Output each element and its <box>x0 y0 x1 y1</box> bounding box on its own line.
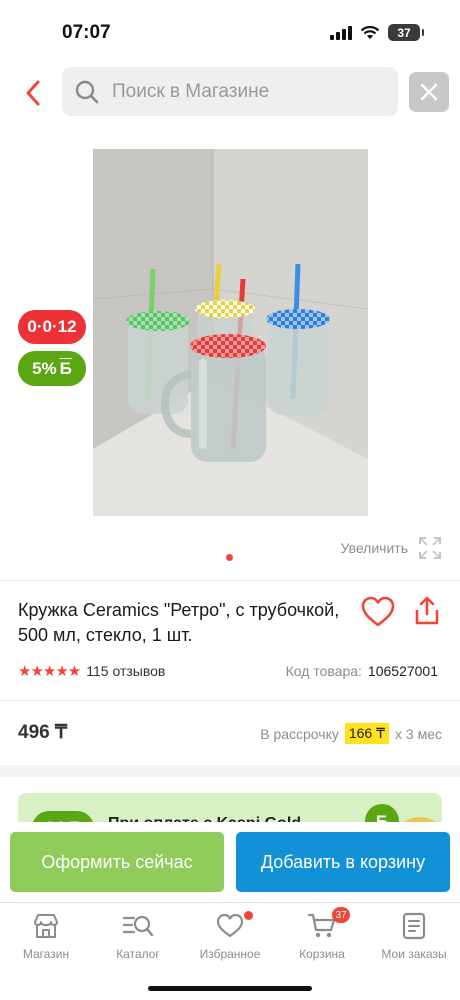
close-icon <box>420 83 438 101</box>
clear-search-button[interactable] <box>409 72 449 112</box>
installment-prefix: В рассрочку <box>260 725 339 742</box>
cellular-signal-icon <box>330 25 352 40</box>
tab-orders[interactable]: Мои заказы <box>368 911 460 961</box>
tab-cart-label: Корзина <box>299 947 345 961</box>
bonus-percent: 5% <box>32 358 57 378</box>
tab-catalog-label: Каталог <box>116 947 160 961</box>
home-indicator <box>148 986 312 991</box>
divider <box>0 580 460 581</box>
section-separator <box>0 765 460 777</box>
tab-orders-label: Мои заказы <box>381 947 447 961</box>
tab-favorites[interactable]: Избранное <box>184 911 276 961</box>
search-bar[interactable] <box>62 67 398 116</box>
tab-shop[interactable]: Магазин <box>0 911 92 961</box>
favorites-notification-dot <box>244 911 253 920</box>
zoom-button[interactable]: Увеличить <box>340 536 442 560</box>
add-to-cart-button[interactable]: Добавить в корзину <box>236 832 450 892</box>
rating-row[interactable]: ★★★★★ 115 отзывов <box>18 662 165 680</box>
shop-icon <box>34 914 58 938</box>
status-bar: 07:07 37 <box>0 0 460 62</box>
buy-now-button[interactable]: Оформить сейчас <box>10 832 224 892</box>
orders-icon <box>402 912 426 940</box>
product-code: Код товара: 106527001 <box>286 663 438 679</box>
expand-icon <box>419 537 441 559</box>
bonus-badge: 5% Б <box>18 351 86 386</box>
installment-amount: 166 ₸ <box>344 723 390 744</box>
rating-stars: ★★★★★ <box>18 663 81 680</box>
tab-favorites-label: Избранное <box>199 947 261 961</box>
product-price: 496 ₸ <box>18 722 68 743</box>
action-bar: Оформить сейчас Добавить в корзину <box>0 822 460 902</box>
product-code-value: 106527001 <box>367 663 438 679</box>
installment-suffix: x 3 мес <box>395 725 442 742</box>
catalog-icon <box>122 915 154 937</box>
divider <box>0 700 460 701</box>
status-time: 07:07 <box>62 22 111 43</box>
product-image[interactable] <box>93 149 368 516</box>
carousel-indicator <box>226 554 233 561</box>
heart-icon <box>216 913 244 938</box>
product-code-label: Код товара: <box>285 663 362 679</box>
battery-indicator: 37 <box>388 24 424 41</box>
share-icon[interactable] <box>413 595 441 627</box>
installment-info: В рассрочку 166 ₸ x 3 мес <box>260 723 442 744</box>
back-arrow-icon[interactable] <box>20 78 48 108</box>
heart-icon[interactable] <box>361 596 395 628</box>
product-photo-drawing <box>93 149 368 516</box>
status-icons: 37 <box>330 24 424 41</box>
cart-count-badge: 37 <box>332 907 350 923</box>
search-input[interactable] <box>112 80 372 103</box>
bonus-symbol: Б <box>59 358 72 378</box>
wifi-icon <box>360 25 380 39</box>
tab-shop-label: Магазин <box>22 947 70 961</box>
product-title: Кружка Ceramics "Ретро", с трубочкой, 50… <box>18 600 340 645</box>
reviews-count[interactable]: 115 отзывов <box>86 663 165 679</box>
search-icon <box>75 80 99 103</box>
zoom-label: Увеличить <box>340 540 408 556</box>
tab-cart[interactable]: 37 Корзина <box>276 907 368 961</box>
tab-catalog[interactable]: Каталог <box>92 911 184 961</box>
installment-badge: 0·0·12 <box>18 310 86 344</box>
